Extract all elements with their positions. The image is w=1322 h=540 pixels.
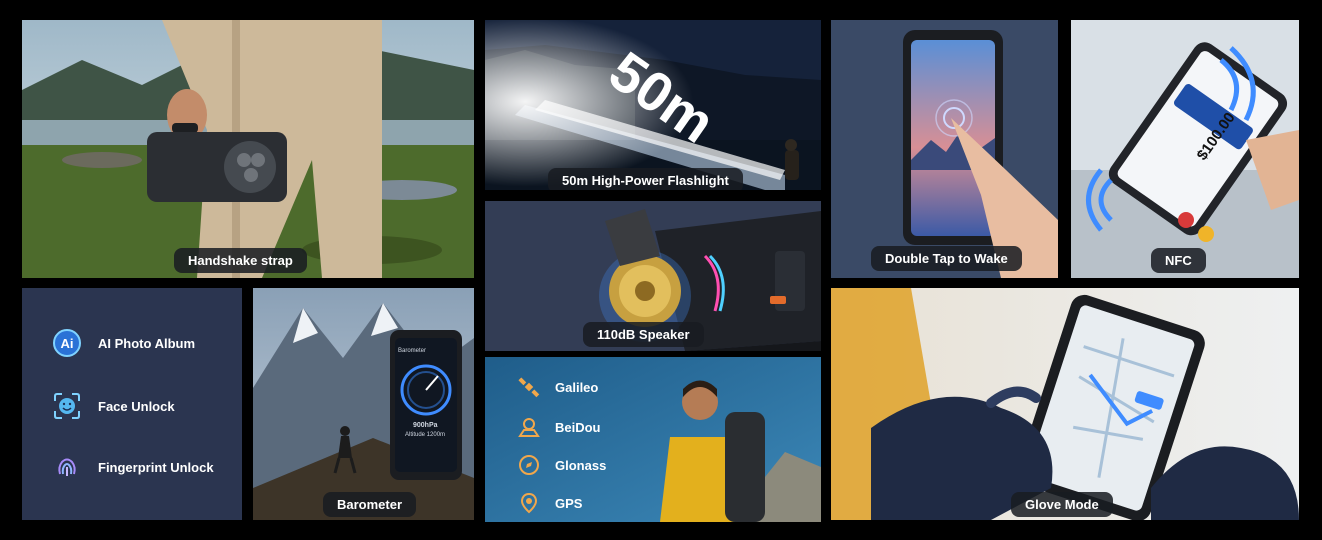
feature-ai-photo-album: Ai AI Photo Album xyxy=(50,326,195,360)
fingerprint-icon xyxy=(50,450,84,484)
gnss-label: Galileo xyxy=(555,379,599,395)
compass-icon xyxy=(517,453,541,477)
glove-mode-label: Glove Mode xyxy=(1011,492,1113,517)
barometer-screen-title: Barometer xyxy=(398,348,427,354)
barometer-pressure: 900hPa xyxy=(413,422,438,429)
gnss-item-glonass: Glonass xyxy=(517,453,606,477)
features-tile: Ai AI Photo Album Face Unlock Fingerprin… xyxy=(22,288,242,520)
gnss-tile: Galileo BeiDou Glonass GPS xyxy=(485,357,821,522)
face-unlock-icon xyxy=(50,389,84,423)
feature-label: Fingerprint Unlock xyxy=(98,459,214,475)
feature-label: AI Photo Album xyxy=(98,335,196,351)
barometer-label: Barometer xyxy=(323,492,417,517)
nfc-tile: $100.00 NFC xyxy=(1071,20,1299,278)
gnss-label: Glonass xyxy=(555,457,607,473)
gnss-label: GPS xyxy=(555,495,583,511)
gnss-item-gps: GPS xyxy=(517,491,582,515)
ai-icon: Ai xyxy=(50,326,84,360)
glove-mode-tile: Glove Mode xyxy=(831,288,1299,520)
feature-face-unlock: Face Unlock xyxy=(50,389,175,423)
feature-label: Face Unlock xyxy=(98,398,175,414)
location-pin-icon xyxy=(517,491,541,515)
glove-mode-photo xyxy=(831,288,1299,520)
speaker-label: 110dB Speaker xyxy=(583,322,704,347)
nfc-label: NFC xyxy=(1151,248,1206,273)
double-tap-tile: Double Tap to Wake xyxy=(831,20,1058,278)
gnss-label: BeiDou xyxy=(555,419,601,435)
double-tap-label: Double Tap to Wake xyxy=(871,246,1022,271)
double-tap-photo xyxy=(831,20,1058,278)
feature-fingerprint-unlock: Fingerprint Unlock xyxy=(50,450,214,484)
flashlight-label: 50m High-Power Flashlight xyxy=(548,168,743,190)
satellite-icon xyxy=(517,375,541,399)
speaker-tile: 110dB Speaker xyxy=(485,201,821,351)
nfc-photo xyxy=(1071,20,1299,278)
barometer-tile: Barometer 900hPa Altitude 1200m Baromete… xyxy=(253,288,474,520)
gnss-item-beidou: BeiDou xyxy=(517,415,601,439)
svg-text:Ai: Ai xyxy=(61,336,74,351)
flashlight-tile: 50m 50m High-Power Flashlight xyxy=(485,20,821,190)
handshake-strap-photo xyxy=(22,20,474,278)
gnss-item-galileo: Galileo xyxy=(517,375,598,399)
beidou-icon xyxy=(517,415,541,439)
barometer-photo xyxy=(253,288,474,520)
barometer-altitude: Altitude 1200m xyxy=(405,432,446,438)
handshake-strap-tile: Handshake strap xyxy=(22,20,474,278)
handshake-strap-label: Handshake strap xyxy=(174,248,307,273)
